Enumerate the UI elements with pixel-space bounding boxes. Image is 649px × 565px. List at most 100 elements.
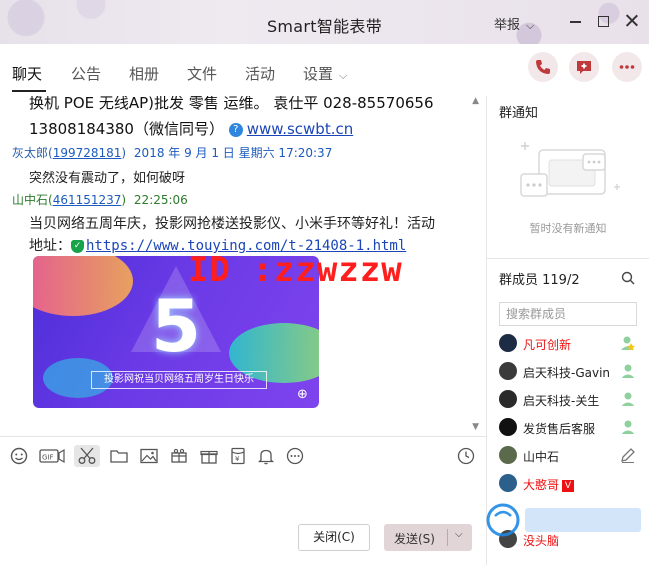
bell-icon[interactable] <box>255 445 277 467</box>
avatar <box>499 474 517 492</box>
avatar <box>499 446 517 464</box>
phone-icon <box>536 60 550 74</box>
emoji-icon[interactable] <box>8 445 30 467</box>
member-name: 发货售后客服 <box>523 422 596 436</box>
message-text-prefix: 地址： <box>29 238 71 254</box>
folder-icon[interactable] <box>108 445 130 467</box>
member-name: 启天科技-关生 <box>523 394 600 408</box>
search-icon[interactable] <box>621 271 635 285</box>
member-item[interactable]: 启天科技-Gavin <box>499 361 639 383</box>
screenshot-scissors-icon[interactable] <box>74 445 100 467</box>
call-button[interactable] <box>528 52 558 82</box>
active-tab-indicator <box>12 90 46 92</box>
member-name: 凡可创新 <box>523 338 572 352</box>
close-button[interactable]: 关闭(C) <box>298 524 370 551</box>
member-name-text: 大憨哥 <box>523 478 560 492</box>
sender-uid[interactable]: 461151237 <box>53 193 122 207</box>
member-item[interactable]: 发货售后客服 <box>499 417 639 439</box>
banner-number: 5 <box>151 284 202 368</box>
maximize-button[interactable] <box>593 11 613 31</box>
chat-plus-icon <box>577 61 591 74</box>
members-title: 群成员 119/2 <box>499 273 580 288</box>
sender-paren: ) <box>121 146 127 160</box>
more-button[interactable] <box>612 52 642 82</box>
message-text: 当贝网络五周年庆，投影网抢楼送投影仪、小米手环等好礼！活动 <box>29 216 435 232</box>
tab-files[interactable]: 文件 <box>187 63 217 84</box>
notice-title: 群通知 <box>499 106 539 121</box>
message-sender: 山中石(461151237) 22:25:06 <box>12 191 188 208</box>
notice-empty-text: 暂时没有新通知 <box>529 222 607 235</box>
send-divider <box>447 529 448 546</box>
send-button[interactable]: 发送(S) ⌵ <box>384 524 472 551</box>
chat-link[interactable]: www.scwbt.cn <box>247 120 353 138</box>
edit-pencil-icon[interactable] <box>619 446 637 464</box>
safe-link-icon: ? <box>228 122 243 137</box>
verified-icon: ✓ <box>71 239 84 253</box>
svg-text:¥: ¥ <box>235 455 240 463</box>
chevron-down-icon: ⌵ <box>526 19 535 32</box>
member-item[interactable]: 凡可创新 <box>499 333 639 355</box>
report-menu[interactable]: 举报 ⌵ <box>494 14 534 33</box>
admin-badge-icon <box>621 392 635 406</box>
more-dots-icon <box>619 65 635 69</box>
svg-text:GIF: GIF <box>42 454 54 462</box>
more-options-icon[interactable] <box>284 445 306 467</box>
chevron-down-icon[interactable]: ⌵ <box>455 529 463 540</box>
image-icon[interactable] <box>138 445 160 467</box>
message-time: 22:25:06 <box>133 193 188 207</box>
member-search-input[interactable]: 搜索群成员 <box>499 302 637 326</box>
member-name: 启天科技-Gavin <box>523 366 611 380</box>
avatar <box>499 390 517 408</box>
chat-history[interactable]: 换机 POE 无线AP)批发 零售 运维。 袁仕平 028-85570656 1… <box>0 96 486 436</box>
tab-settings-label: 设置 <box>303 65 334 83</box>
tab-album[interactable]: 相册 <box>129 63 159 84</box>
member-item[interactable]: 山中石 <box>499 445 639 467</box>
send-label: 发送(S) <box>394 532 435 546</box>
input-toolbar: GIF ¥ <box>0 436 486 474</box>
gif-icon[interactable]: GIF <box>38 445 66 467</box>
section-divider <box>487 258 649 259</box>
owner-badge-icon <box>621 336 635 351</box>
message-time: 2018 年 9 月 1 日 星期六 17:20:37 <box>133 146 333 160</box>
gift-icon[interactable] <box>198 445 220 467</box>
phone-text: 13808184380（微信同号） <box>29 120 224 138</box>
gift-box-icon[interactable] <box>168 445 190 467</box>
message-input[interactable] <box>0 474 486 565</box>
admin-badge-icon <box>621 420 635 434</box>
banner-shape <box>33 256 133 316</box>
red-packet-icon[interactable]: ¥ <box>227 445 249 467</box>
tab-settings[interactable]: 设置 ⌵ <box>303 63 347 84</box>
avatar <box>499 418 517 436</box>
member-item[interactable]: 大憨哥 V <box>499 473 639 495</box>
message-text: 突然没有震动了，如何破呀 <box>29 171 186 186</box>
avatar <box>499 362 517 380</box>
overlay-id-text: ID :zzwzzw <box>188 250 403 290</box>
member-name: 山中石 <box>523 450 560 464</box>
tab-chat[interactable]: 聊天 <box>12 63 42 84</box>
add-app-button[interactable] <box>569 52 599 82</box>
minimize-button[interactable] <box>566 11 586 31</box>
member-item[interactable]: 启天科技-关生 <box>499 389 639 411</box>
admin-badge-icon <box>621 364 635 378</box>
close-window-button[interactable] <box>622 11 642 31</box>
site-watermark-logo <box>486 503 641 537</box>
scroll-up-icon[interactable]: ▲ <box>472 96 479 106</box>
sender-paren: ) <box>121 193 127 207</box>
sender-name: 灰太郎( <box>12 146 53 160</box>
tab-announcement[interactable]: 公告 <box>71 63 101 84</box>
chevron-down-icon: ⌵ <box>339 69 348 82</box>
scroll-down-icon[interactable]: ▼ <box>472 422 479 432</box>
group-side-panel: 群通知 暂时没有新通知 群成员 119/2 搜索群成员 凡可创新 启天科技-Ga… <box>487 96 649 565</box>
sender-uid[interactable]: 199728181 <box>53 146 122 160</box>
history-clock-icon[interactable] <box>455 445 477 467</box>
tab-activity[interactable]: 活动 <box>245 63 275 84</box>
report-label: 举报 <box>494 18 521 33</box>
zoom-plus-icon[interactable]: ⊕ <box>297 388 311 402</box>
sender-name: 山中石( <box>12 193 53 207</box>
vip-badge: V <box>562 480 575 492</box>
banner-caption: 投影网祝当贝网络五周岁生日快乐 <box>91 371 267 389</box>
empty-notice-icon <box>520 142 620 197</box>
title-bar: Smart智能表带 举报 ⌵ <box>0 0 649 44</box>
window-title: Smart智能表带 <box>266 17 383 36</box>
member-name: 大憨哥 V <box>523 476 575 493</box>
